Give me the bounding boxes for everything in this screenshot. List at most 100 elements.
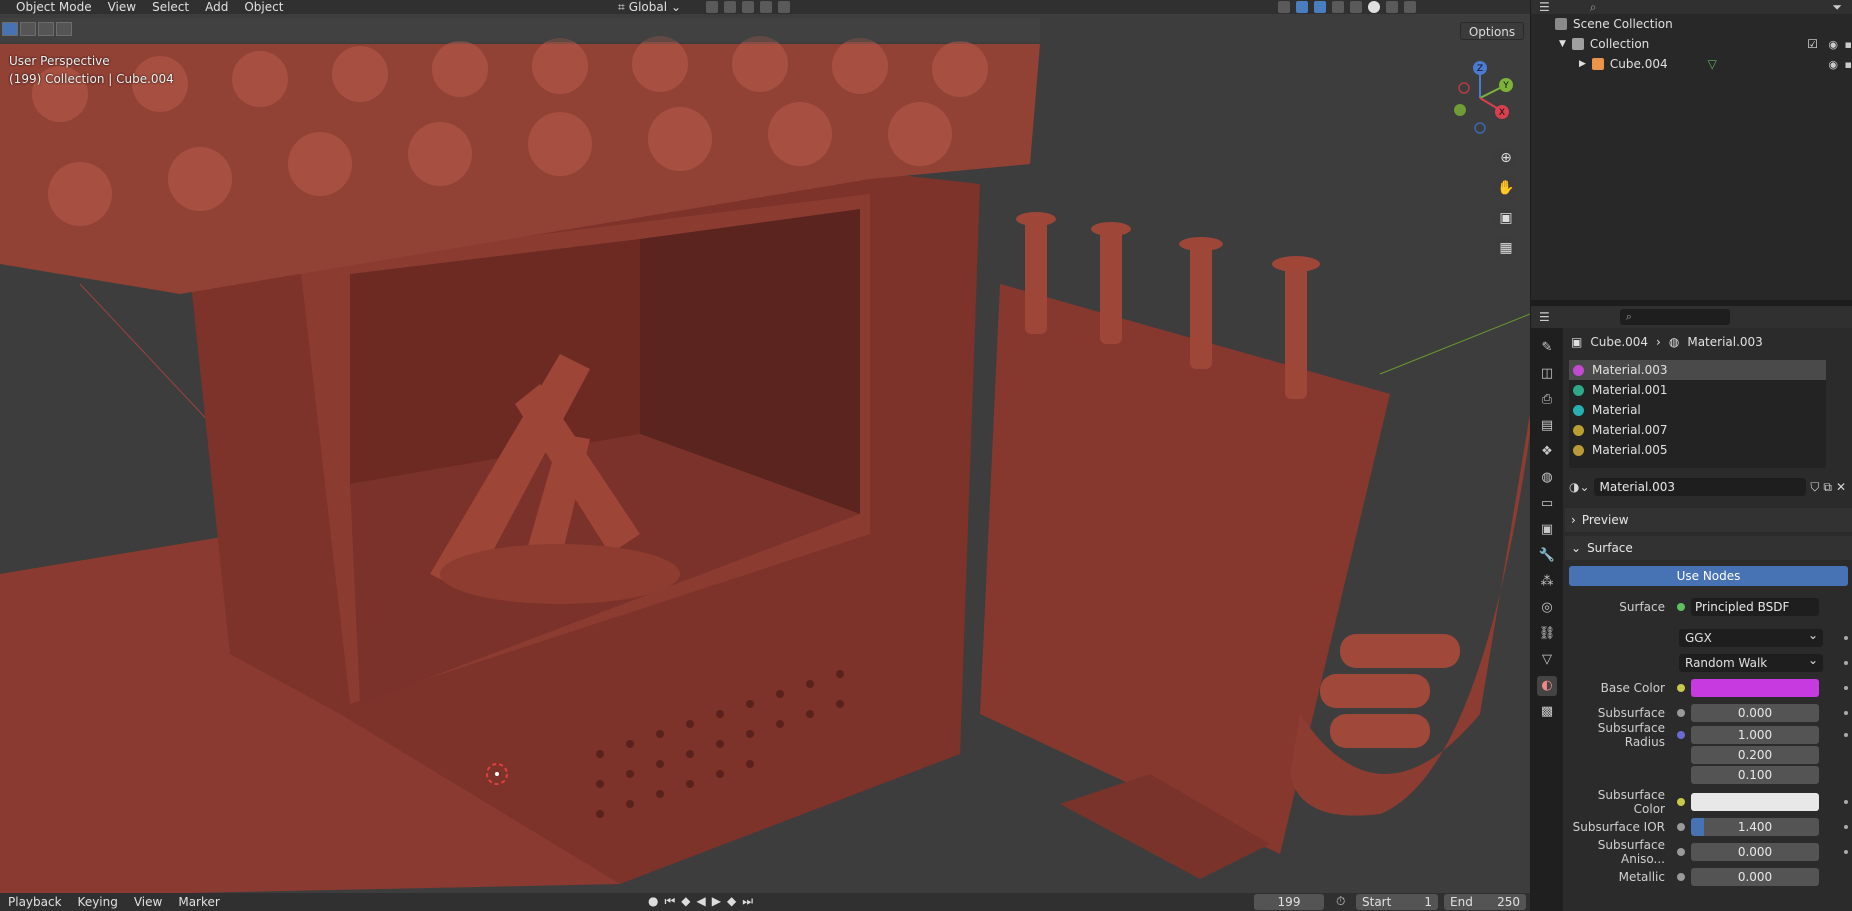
menu-object[interactable]: Object bbox=[236, 0, 291, 14]
start-frame-field[interactable]: Start 1 bbox=[1356, 894, 1438, 910]
material-slot[interactable]: Material.001 bbox=[1569, 380, 1826, 400]
unlink-icon[interactable]: ✕ bbox=[1836, 480, 1846, 494]
end-frame-field[interactable]: End 250 bbox=[1444, 894, 1526, 910]
pan-hand-icon[interactable]: ✋ bbox=[1494, 176, 1518, 200]
properties-search-input[interactable]: ⌕ bbox=[1619, 309, 1730, 325]
keyframe-dot[interactable] bbox=[1844, 824, 1848, 829]
filter-icon[interactable]: ⏷ bbox=[1832, 0, 1842, 15]
keyframe-dot[interactable] bbox=[1844, 710, 1848, 715]
subsurface-color-swatch[interactable] bbox=[1691, 792, 1819, 811]
camera-icon[interactable]: ▪ bbox=[1845, 38, 1852, 51]
jump-start-icon[interactable]: ⏮ bbox=[664, 894, 675, 909]
select-extend-icon[interactable] bbox=[20, 22, 36, 36]
menu-keying[interactable]: Keying bbox=[70, 895, 126, 909]
surface-panel-header[interactable]: ⌄ Surface bbox=[1565, 536, 1852, 560]
select-subtract-icon[interactable] bbox=[38, 22, 54, 36]
select-new-icon[interactable] bbox=[2, 22, 18, 36]
menu-playback[interactable]: Playback bbox=[0, 895, 70, 909]
world-tab-icon[interactable]: ◍ bbox=[1537, 468, 1557, 488]
use-nodes-button[interactable]: Use Nodes bbox=[1569, 566, 1848, 586]
wireframe-shading-icon[interactable] bbox=[1350, 1, 1362, 13]
modifier-tab-icon[interactable]: 🔧 bbox=[1537, 546, 1557, 566]
prev-keyframe-icon[interactable]: ◆ bbox=[681, 894, 690, 909]
snap-target-icon[interactable] bbox=[742, 1, 754, 13]
subsurface-ior-field[interactable]: 1.400 bbox=[1691, 817, 1819, 836]
keyframe-dot[interactable] bbox=[1844, 660, 1848, 665]
overlay-toggle-icon[interactable] bbox=[1314, 1, 1326, 13]
output-tab-icon[interactable]: ⎙ bbox=[1537, 390, 1557, 410]
outliner-row-collection[interactable]: ▼ Collection ☑ ◉ ▪ bbox=[1531, 34, 1852, 54]
falloff-icon[interactable] bbox=[778, 1, 790, 13]
metallic-field[interactable]: 0.000 bbox=[1691, 867, 1819, 886]
eye-icon[interactable]: ◉ bbox=[1828, 38, 1838, 51]
particles-tab-icon[interactable]: ⁂ bbox=[1537, 572, 1557, 592]
camera-view-icon[interactable]: ▣ bbox=[1494, 206, 1518, 230]
rendered-shading-icon[interactable] bbox=[1404, 1, 1416, 13]
play-reverse-icon[interactable]: ◀ bbox=[697, 894, 706, 909]
base-color-swatch[interactable] bbox=[1691, 678, 1819, 697]
mode-dropdown[interactable]: Object Mode bbox=[0, 0, 100, 14]
subsurface-radius-x[interactable]: 1.000 bbox=[1691, 726, 1819, 744]
menu-add[interactable]: Add bbox=[197, 0, 236, 14]
xray-icon[interactable] bbox=[1332, 1, 1344, 13]
material-slot[interactable]: Material.003 bbox=[1569, 360, 1826, 380]
stopwatch-icon[interactable]: ⏱ bbox=[1336, 894, 1345, 909]
physics-tab-icon[interactable]: ◎ bbox=[1537, 598, 1557, 618]
expand-arrow-icon[interactable]: ▼ bbox=[1559, 39, 1566, 49]
subsurface-field[interactable]: 0.000 bbox=[1691, 703, 1819, 722]
tool-tab-icon[interactable]: ✎ bbox=[1537, 338, 1557, 358]
collapse-arrow-icon[interactable]: ▶ bbox=[1579, 59, 1586, 69]
material-slot-list[interactable]: Material.003 Material.001 Material Mater… bbox=[1569, 360, 1826, 468]
material-slot[interactable]: Material bbox=[1569, 400, 1826, 420]
distribution-dropdown[interactable]: GGX bbox=[1679, 626, 1823, 647]
current-frame-field[interactable]: 199 bbox=[1254, 894, 1324, 910]
next-keyframe-icon[interactable]: ◆ bbox=[727, 894, 736, 909]
material-slot[interactable]: Material.007 bbox=[1569, 420, 1826, 440]
editor-type-icon[interactable]: ☰ bbox=[1539, 0, 1550, 14]
checkbox-icon[interactable]: ☑ bbox=[1807, 37, 1818, 51]
constraints-tab-icon[interactable]: ⛓ bbox=[1537, 624, 1557, 644]
material-name-field[interactable]: Material.003 bbox=[1593, 478, 1807, 496]
navigation-gizmo[interactable]: Z Y X bbox=[1444, 58, 1516, 138]
ortho-grid-icon[interactable]: ▦ bbox=[1494, 236, 1518, 260]
record-icon[interactable]: ● bbox=[648, 894, 658, 909]
menu-marker[interactable]: Marker bbox=[170, 895, 227, 909]
data-tab-icon[interactable]: ▽ bbox=[1537, 650, 1557, 670]
outliner-row-cube[interactable]: ▶ Cube.004 ▽ ◉ ▪ bbox=[1531, 54, 1852, 74]
duplicate-icon[interactable]: ⧉ bbox=[1823, 480, 1832, 495]
camera-icon[interactable]: ▪ bbox=[1845, 58, 1852, 71]
keyframe-dot[interactable] bbox=[1844, 849, 1848, 854]
surface-shader-field[interactable]: Principled BSDF bbox=[1691, 597, 1819, 616]
render-tab-icon[interactable]: ◫ bbox=[1537, 364, 1557, 384]
zoom-icon[interactable]: ⊕ bbox=[1494, 146, 1518, 170]
search-icon[interactable]: ⌕ bbox=[1590, 0, 1597, 15]
jump-end-icon[interactable]: ⏭ bbox=[742, 894, 753, 909]
transform-orientation[interactable]: ⌗ Global ⌄ bbox=[618, 0, 681, 14]
menu-view[interactable]: View bbox=[100, 0, 144, 14]
scene-tab-icon[interactable]: ❖ bbox=[1537, 442, 1557, 462]
gizmo-toggle-icon[interactable] bbox=[1296, 1, 1308, 13]
menu-timeline-view[interactable]: View bbox=[126, 895, 170, 909]
subsurface-aniso-field[interactable]: 0.000 bbox=[1691, 842, 1819, 861]
solid-shading-icon[interactable] bbox=[1368, 1, 1380, 13]
eye-icon[interactable]: ◉ bbox=[1828, 58, 1838, 71]
material-shading-icon[interactable] bbox=[1386, 1, 1398, 13]
subsurface-radius-z[interactable]: 0.100 bbox=[1691, 766, 1819, 784]
proportional-edit-icon[interactable] bbox=[760, 1, 772, 13]
object-tab-icon[interactable]: ▣ bbox=[1537, 520, 1557, 540]
subsurface-method-dropdown[interactable]: Random Walk bbox=[1679, 651, 1823, 672]
material-slot[interactable]: Material.005 bbox=[1569, 440, 1826, 460]
play-icon[interactable]: ▶ bbox=[712, 894, 721, 909]
outliner-row-scene-collection[interactable]: Scene Collection bbox=[1531, 14, 1852, 34]
keyframe-dot[interactable] bbox=[1844, 733, 1848, 737]
visibility-icon[interactable] bbox=[1278, 1, 1290, 13]
view-layer-tab-icon[interactable]: ▤ bbox=[1537, 416, 1557, 436]
material-tab-icon[interactable]: ◐ bbox=[1537, 676, 1557, 696]
select-intersect-icon[interactable] bbox=[56, 22, 72, 36]
editor-type-icon[interactable]: ☰ bbox=[1539, 310, 1550, 324]
collection-tab-icon[interactable]: ▭ bbox=[1537, 494, 1557, 514]
snap-icon[interactable] bbox=[724, 1, 736, 13]
subsurface-radius-y[interactable]: 0.200 bbox=[1691, 746, 1819, 764]
keyframe-dot[interactable] bbox=[1844, 685, 1848, 690]
options-button[interactable]: Options bbox=[1460, 22, 1524, 40]
